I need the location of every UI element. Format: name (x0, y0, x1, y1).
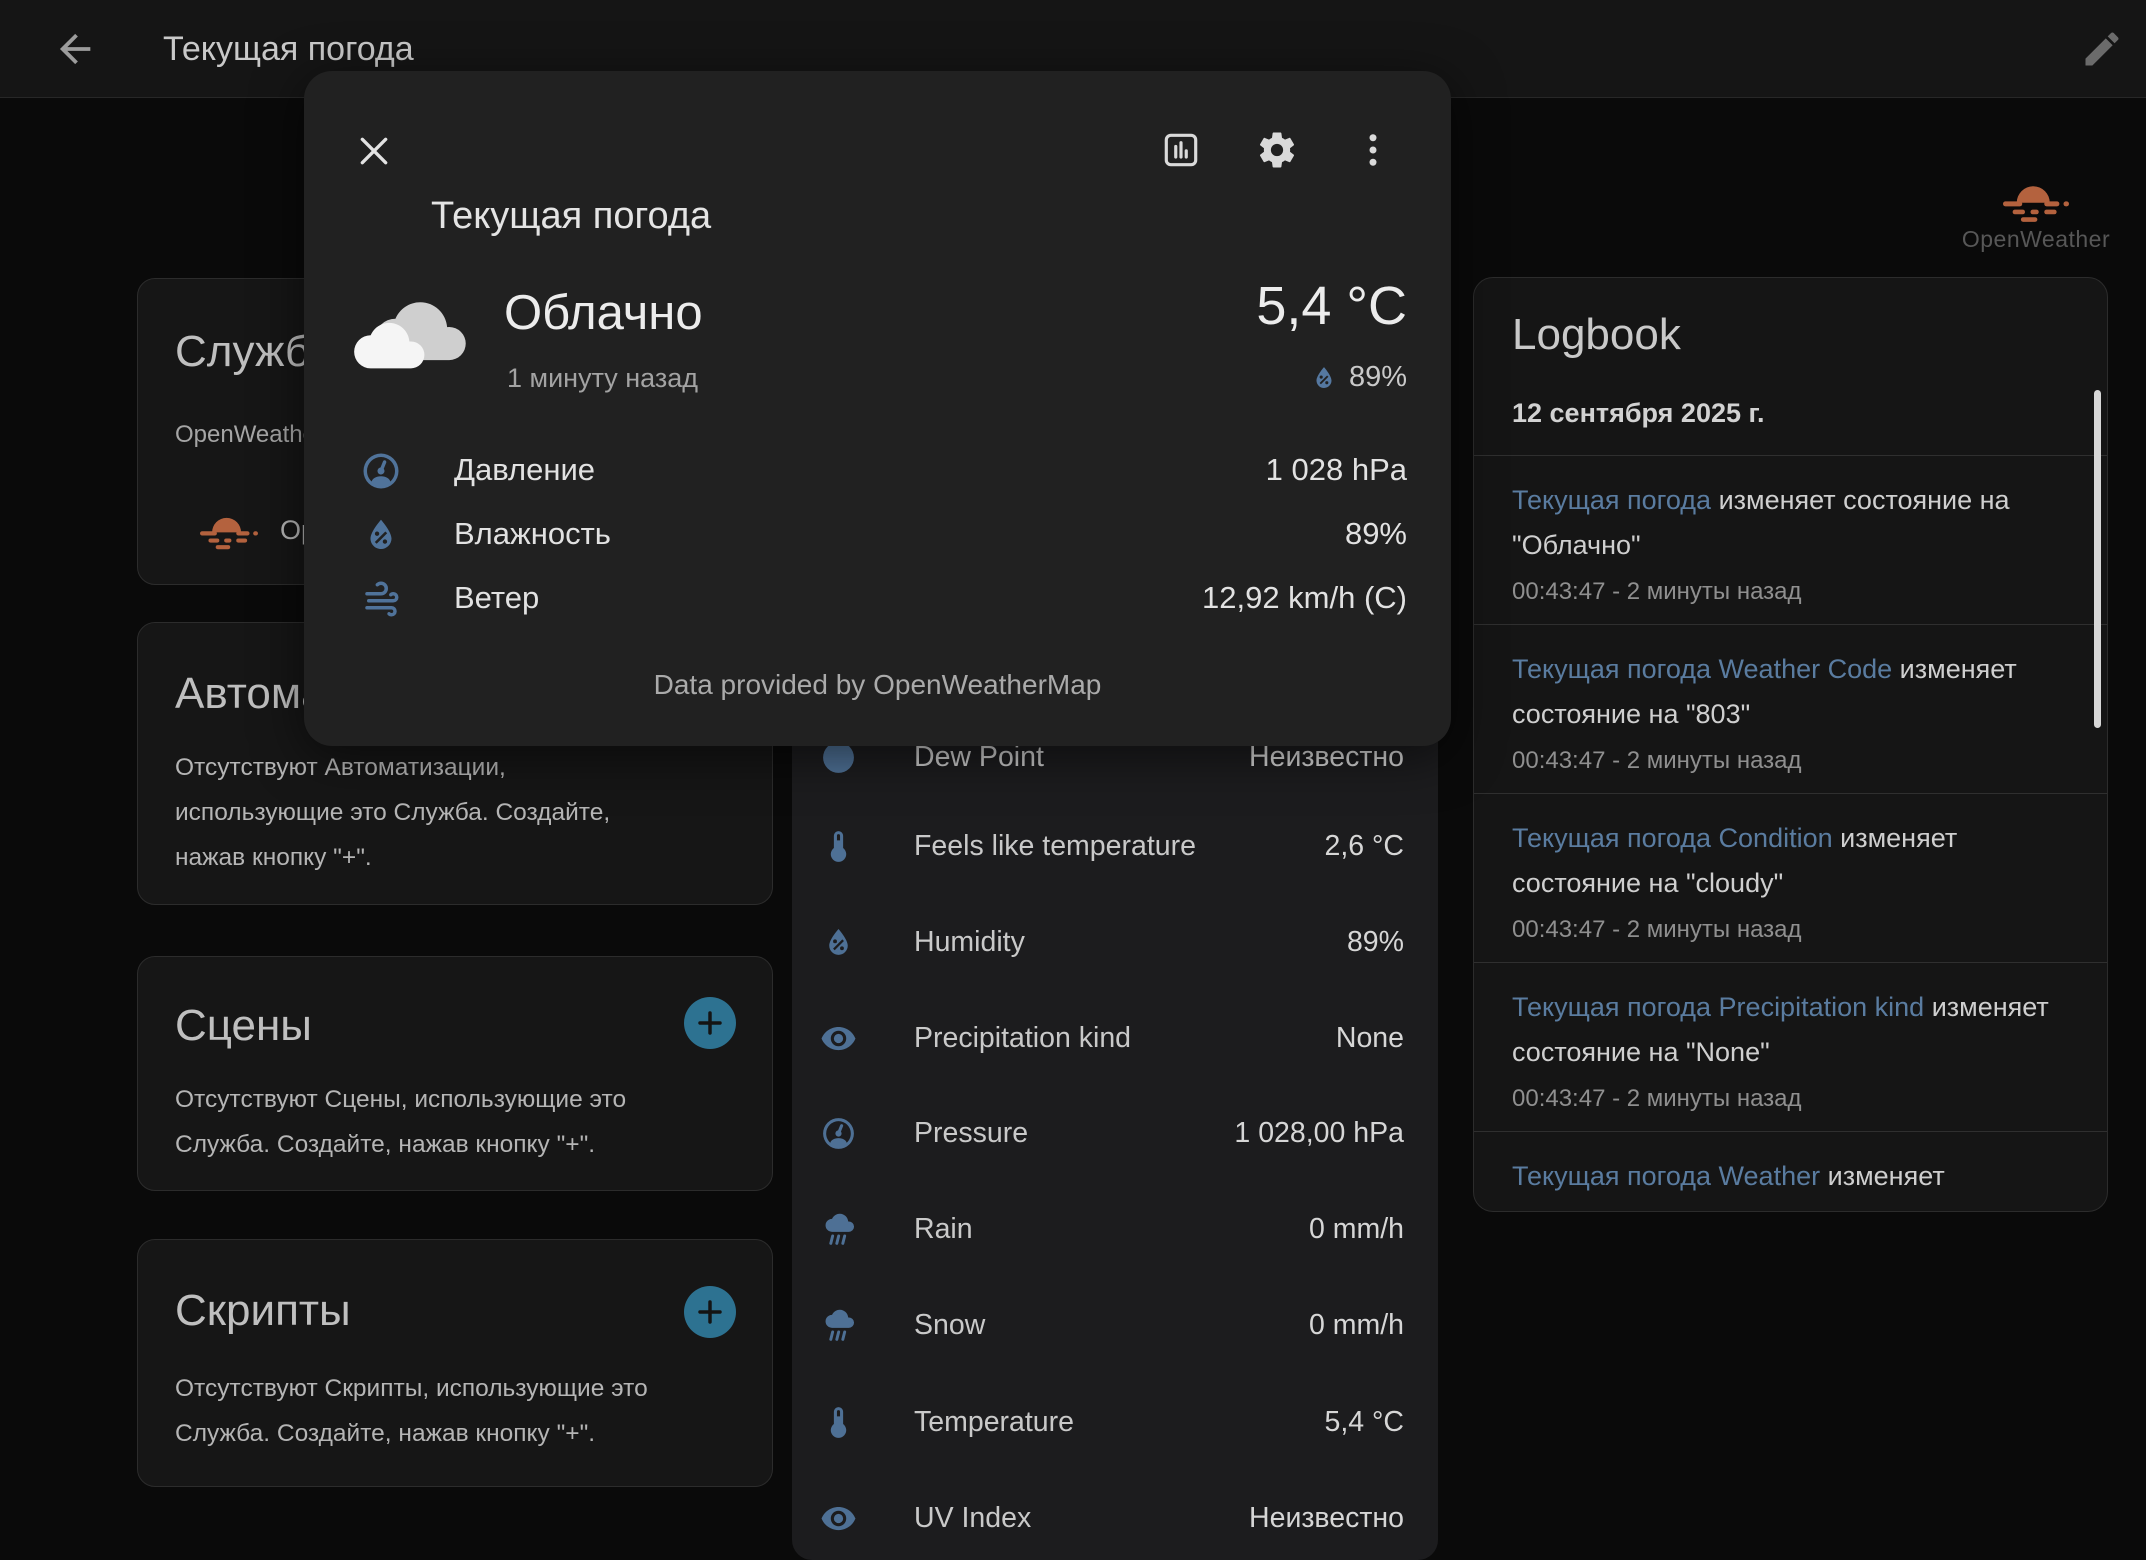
attribute-label: Temperature (914, 1392, 1074, 1452)
openweather-logo-icon (200, 507, 258, 553)
entity-link[interactable]: Текущая погода Precipitation kind (1512, 992, 1924, 1022)
attribute-label: Pressure (914, 1103, 1028, 1163)
logbook-entry: Текущая погода Precipitation kind изменя… (1474, 962, 2107, 1131)
thermometer-icon (820, 1404, 857, 1441)
attribute-label: Feels like temperature (914, 816, 1196, 876)
eye-icon (820, 1500, 857, 1537)
scripts-card-body: Отсутствуют Скрипты, использующие это Сл… (175, 1366, 695, 1456)
entry-timestamp: 00:43:47 - 2 минуты назад (1512, 916, 2049, 944)
attribute-value: 1 028,00 hPa (1234, 1103, 1404, 1163)
openweather-brand: OpenWeather (1956, 176, 2116, 253)
entity-link[interactable]: Текущая погода Condition (1512, 823, 1833, 853)
add-scene-button[interactable] (684, 997, 736, 1049)
attribute-value: Неизвестно (1249, 1488, 1404, 1548)
attribute-value: 1 028 hPa (1266, 438, 1407, 502)
attribute-label: Давление (454, 438, 595, 502)
close-icon[interactable] (354, 131, 394, 171)
weather-attribute-row: Давление 1 028 hPa (360, 438, 1407, 502)
attribute-value: 2,6 °C (1324, 816, 1404, 876)
pressure-gauge-icon (360, 450, 402, 492)
attribute-row: Pressure 1 028,00 hPa (792, 1103, 1438, 1163)
screen: Текущая погода OpenWeather Служба OpenWe… (0, 0, 2146, 1560)
attribute-value: 89% (1345, 502, 1407, 566)
attribute-label: Ветер (454, 566, 539, 630)
attribute-row: Snow 0 mm/h (792, 1295, 1438, 1355)
thermometer-icon (820, 828, 857, 865)
humidity-value: 89% (1349, 361, 1407, 394)
dialog-title: Текущая погода (431, 195, 711, 238)
attribute-value: None (1336, 1008, 1404, 1068)
entry-timestamp: 00:43:47 - 2 минуты назад (1512, 747, 2049, 775)
attribute-label: Humidity (914, 912, 1025, 972)
edit-pencil-icon[interactable] (2080, 27, 2124, 71)
weather-attribute-row: Ветер 12,92 km/h (С) (360, 566, 1407, 630)
attribute-row: Humidity 89% (792, 912, 1438, 972)
entity-link[interactable]: Текущая погода (1512, 485, 1711, 515)
snow-cloud-icon (820, 1307, 857, 1344)
attribute-label: Влажность (454, 502, 611, 566)
weather-condition: Облачно (504, 285, 703, 341)
eye-icon (820, 1020, 857, 1057)
service-card-subtitle: OpenWeather (175, 421, 324, 449)
history-chart-icon[interactable] (1160, 129, 1202, 171)
logbook-title: Logbook (1512, 310, 2107, 360)
gauge-icon (820, 1115, 857, 1152)
attribute-label: UV Index (914, 1488, 1031, 1548)
entry-timestamp: 00:43:47 - 2 минуты назад (1512, 1085, 2049, 1113)
scenes-card-body: Отсутствуют Сцены, использующие это Служ… (175, 1077, 695, 1167)
settings-gear-icon[interactable] (1256, 129, 1298, 171)
attribute-row: Feels like temperature 2,6 °C (792, 816, 1438, 876)
attribution-text: Data provided by OpenWeatherMap (304, 669, 1451, 701)
attribute-value: 5,4 °C (1324, 1392, 1404, 1452)
rain-cloud-icon (820, 1211, 857, 1248)
attribute-row: Temperature 5,4 °C (792, 1392, 1438, 1452)
water-percent-icon (820, 924, 857, 961)
weather-cloudy-icon (350, 279, 474, 375)
attribute-label: Rain (914, 1199, 973, 1259)
attribute-label: Snow (914, 1295, 985, 1355)
logbook-scrollbar[interactable] (2094, 390, 2101, 728)
entry-text: изменяет (1828, 1161, 1945, 1191)
wind-icon (360, 578, 402, 620)
humidity-droplet-icon (1309, 363, 1339, 393)
logbook-entry: Текущая погода изменяет состояние на "Об… (1474, 456, 2107, 624)
weather-entity-dialog: Текущая погода Облачно 1 минуту назад 5,… (304, 71, 1451, 746)
attribute-value: 12,92 km/h (С) (1202, 566, 1407, 630)
attribute-row: Rain 0 mm/h (792, 1199, 1438, 1259)
automations-card-body: Отсутствуют Автоматизации, использующие … (175, 745, 675, 880)
weather-attribute-row: Влажность 89% (360, 502, 1407, 566)
logbook-card: Logbook 12 сентября 2025 г. Текущая пого… (1473, 277, 2108, 1212)
scripts-card: Скрипты Отсутствуют Скрипты, использующи… (137, 1239, 773, 1487)
scenes-card: Сцены Отсутствуют Сцены, использующие эт… (137, 956, 773, 1191)
logbook-date-header: 12 сентября 2025 г. (1512, 398, 2107, 429)
attribute-row: UV Index Неизвестно (792, 1488, 1438, 1548)
last-updated: 1 минуту назад (507, 363, 698, 394)
openweather-logo-icon (2003, 176, 2069, 224)
humidity-badge: 89% (1309, 361, 1407, 394)
openweather-brand-label: OpenWeather (1956, 226, 2116, 253)
attribute-value: 0 mm/h (1309, 1295, 1404, 1355)
more-menu-icon[interactable] (1352, 129, 1394, 171)
logbook-entry: Текущая погода Weather Code изменяет сос… (1474, 624, 2107, 793)
entity-link[interactable]: Текущая погода Weather (1512, 1161, 1820, 1191)
scripts-card-title: Скрипты (175, 1286, 351, 1336)
water-percent-icon (360, 514, 402, 556)
plus-icon (694, 1296, 726, 1328)
back-arrow-icon[interactable] (52, 26, 98, 72)
scenes-card-title: Сцены (175, 1001, 312, 1051)
logbook-entries: Текущая погода изменяет состояние на "Об… (1474, 456, 2107, 1212)
current-temperature: 5,4 °C (1256, 275, 1407, 337)
logbook-entry: Текущая погода Weather изменяет (1474, 1131, 2107, 1212)
logbook-entry: Текущая погода Condition изменяет состоя… (1474, 793, 2107, 962)
attribute-value: 0 mm/h (1309, 1199, 1404, 1259)
plus-icon (694, 1007, 726, 1039)
entry-timestamp: 00:43:47 - 2 минуты назад (1512, 578, 2049, 606)
attribute-label: Precipitation kind (914, 1008, 1131, 1068)
add-script-button[interactable] (684, 1286, 736, 1338)
entity-link[interactable]: Текущая погода Weather Code (1512, 654, 1892, 684)
attribute-row: Precipitation kind None (792, 1008, 1438, 1068)
attribute-value: 89% (1347, 912, 1404, 972)
